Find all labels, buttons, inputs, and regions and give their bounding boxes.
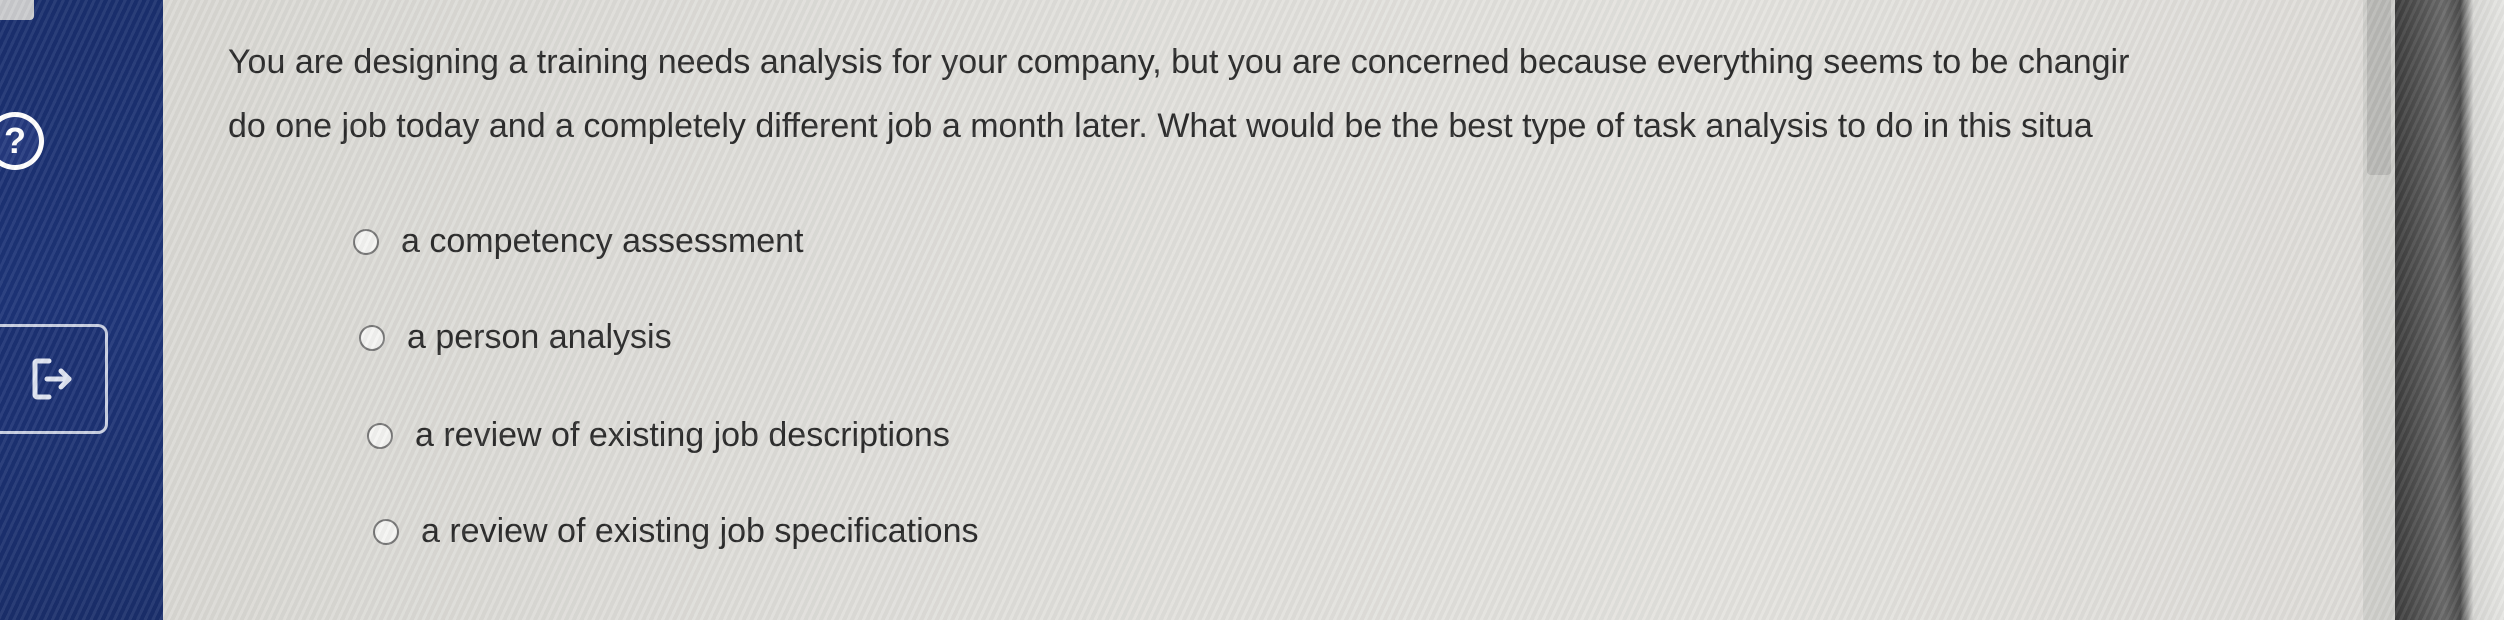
option-person-analysis[interactable]: a person analysis [359,318,672,357]
sidebar-top-tab[interactable] [0,0,34,20]
option-label: a person analysis [407,318,672,356]
option-job-descriptions[interactable]: a review of existing job descriptions [367,416,950,455]
question-mark-icon: ? [0,117,39,165]
exit-button[interactable] [0,324,108,434]
option-job-specifications[interactable]: a review of existing job specifications [373,512,979,551]
monitor-bezel [2395,0,2504,620]
question-text: You are designing a training needs analy… [228,30,2368,158]
question-line-1: You are designing a training needs analy… [228,43,2130,81]
help-symbol: ? [4,120,26,161]
sidebar: ? [0,0,163,620]
option-label: a competency assessment [401,222,804,260]
help-button[interactable]: ? [0,112,44,170]
option-competency-assessment[interactable]: a competency assessment [353,222,804,261]
screen: ? You are designing a training needs ana… [0,0,2504,620]
option-label: a review of existing job descriptions [415,416,950,454]
scrollbar-thumb[interactable] [2367,0,2391,175]
vertical-scrollbar[interactable] [2363,0,2395,620]
radio-button[interactable] [373,518,399,545]
option-label: a review of existing job specifications [421,512,979,550]
question-line-2: do one job today and a completely differ… [228,107,2093,145]
radio-button[interactable] [353,228,379,255]
radio-button[interactable] [359,324,385,351]
radio-button[interactable] [367,422,393,449]
exit-arrow-icon [32,358,71,400]
question-panel: You are designing a training needs analy… [163,0,2363,620]
